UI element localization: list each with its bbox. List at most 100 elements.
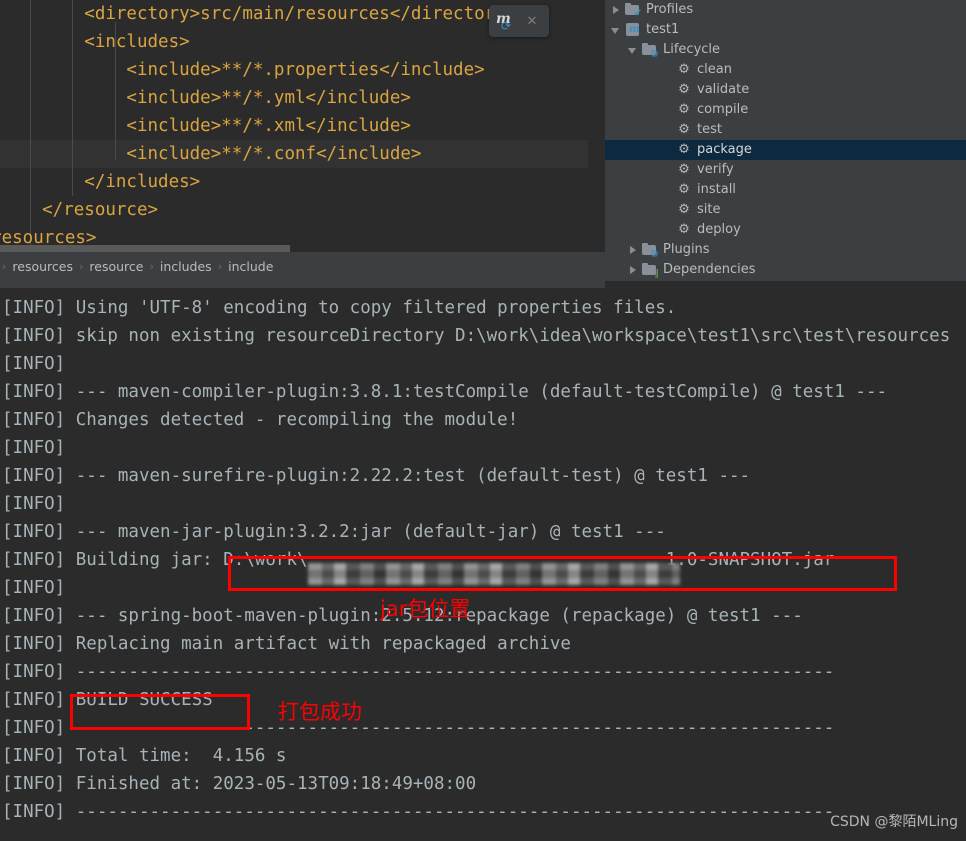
console-line: [INFO] Changes detected - recompiling th… xyxy=(2,410,519,430)
code-editor[interactable]: <directory>src/main/resources</directory… xyxy=(0,0,605,252)
editor-horizontal-scrollbar[interactable] xyxy=(0,245,290,252)
folder-bars-icon: ‖ xyxy=(642,262,660,279)
maven-tree-item-test1[interactable]: m test1 xyxy=(605,20,966,40)
maven-tree-item-label: site xyxy=(697,202,721,217)
breadcrumb: › resources › resource › includes › incl… xyxy=(0,252,605,281)
ide-screenshot: <directory>src/main/resources</directory… xyxy=(0,0,966,841)
maven-module-icon: m xyxy=(625,22,641,38)
console-line: [INFO] Total time: 4.156 s xyxy=(2,746,287,766)
breadcrumb-separator: › xyxy=(78,260,84,273)
maven-tree-item-deploy[interactable]: ⚙ deploy xyxy=(605,220,966,240)
breadcrumb-item-include[interactable]: include xyxy=(224,259,277,274)
close-icon[interactable]: ✕ xyxy=(519,5,545,37)
maven-tree-item-install[interactable]: ⚙ install xyxy=(605,180,966,200)
watermark: CSDN @黎陌MLing xyxy=(830,814,958,830)
maven-tree-item-site[interactable]: ⚙ site xyxy=(605,200,966,220)
maven-tree-item-label: deploy xyxy=(697,222,741,237)
maven-tree-item-lifecycle[interactable]: ⚙ Lifecycle xyxy=(605,40,966,60)
editor-bottom-strip xyxy=(0,281,605,288)
maven-tree-item-label: test xyxy=(697,122,722,137)
maven-tree-item-profiles[interactable]: ✔ Profiles xyxy=(605,0,966,20)
gear-icon: ⚙ xyxy=(678,202,690,217)
code-line: <includes> xyxy=(0,32,190,52)
maven-tree-item-label: clean xyxy=(697,62,732,77)
gear-icon: ⚙ xyxy=(678,62,690,77)
gear-icon: ⚙ xyxy=(678,142,690,157)
console-line: [INFO] --- maven-compiler-plugin:3.8.1:t… xyxy=(2,382,888,402)
gear-icon: ⚙ xyxy=(678,82,690,97)
maven-tree-item-clean[interactable]: ⚙ clean xyxy=(605,60,966,80)
code-line: <include>**/*.properties</include> xyxy=(0,60,485,80)
breadcrumb-item-resources[interactable]: resources xyxy=(8,259,77,274)
maven-tree-item-package[interactable]: ⚙ package xyxy=(605,140,966,160)
refresh-icon: ⟳ xyxy=(501,19,512,33)
maven-tree-item-label: Lifecycle xyxy=(663,42,721,57)
folder-gear-icon: ⚙ xyxy=(642,42,659,60)
code-line: <directory>src/main/resources</directory… xyxy=(0,4,517,24)
maven-tree-item-label: Dependencies xyxy=(663,262,756,277)
console-line: [INFO] xyxy=(2,578,66,598)
code-line: <include>**/*.xml</include> xyxy=(0,116,411,136)
console-line: [INFO] ---------------------------------… xyxy=(2,718,835,738)
maven-tree-item-label: install xyxy=(697,182,736,197)
maven-project-tree[interactable]: ✔ Profiles m test1 ⚙ Lifecycle ⚙ clean ⚙ validate… xyxy=(605,0,966,280)
folder-check-icon: ✔ xyxy=(625,2,642,19)
gear-badge-icon: ⚙ xyxy=(650,249,659,260)
gear-badge-icon: ⚙ xyxy=(650,49,659,60)
maven-reload-icon[interactable]: m ⟳ xyxy=(489,5,519,37)
code-line: <include>**/*.yml</include> xyxy=(0,88,411,108)
maven-tree-item-compile[interactable]: ⚙ compile xyxy=(605,100,966,120)
check-badge-icon: ✔ xyxy=(633,8,642,19)
console-line: [INFO] BUILD SUCCESS xyxy=(2,690,213,710)
maven-tree-item-dependencies[interactable]: ‖ Dependencies xyxy=(605,260,966,280)
maven-tree-item-verify[interactable]: ⚙ verify xyxy=(605,160,966,180)
gear-icon: ⚙ xyxy=(678,182,690,197)
chevron-down-icon[interactable] xyxy=(628,45,639,56)
folder-gear-icon: ⚙ xyxy=(642,242,659,260)
console-line: [INFO] xyxy=(2,354,66,374)
maven-tree-item-test[interactable]: ⚙ test xyxy=(605,120,966,140)
breadcrumb-separator: › xyxy=(217,260,223,273)
bars-badge-icon: ‖ xyxy=(654,269,660,279)
console-line: [INFO] Using 'UTF-8' encoding to copy fi… xyxy=(2,298,677,318)
console-line: [INFO] ---------------------------------… xyxy=(2,802,835,822)
breadcrumb-separator: › xyxy=(2,260,7,273)
breadcrumb-item-includes[interactable]: includes xyxy=(156,259,216,274)
maven-tree-item-plugins[interactable]: ⚙ Plugins xyxy=(605,240,966,260)
maven-tree-item-label: validate xyxy=(697,82,750,97)
chevron-down-icon[interactable] xyxy=(611,25,622,36)
maven-tree-item-label: package xyxy=(697,142,752,157)
code-line: </resource> xyxy=(0,200,159,220)
gear-icon: ⚙ xyxy=(678,162,690,177)
maven-m-letter: m xyxy=(629,24,640,35)
console-line: [INFO] skip non existing resourceDirecto… xyxy=(2,326,951,346)
chevron-right-icon[interactable] xyxy=(611,5,622,16)
chevron-right-icon[interactable] xyxy=(628,265,639,276)
maven-tree-item-label: Plugins xyxy=(663,242,710,257)
console-line: [INFO] --- maven-jar-plugin:3.2.2:jar (d… xyxy=(2,522,666,542)
maven-tree-item-validate[interactable]: ⚙ validate xyxy=(605,80,966,100)
redacted-path-mosaic xyxy=(308,563,680,585)
breadcrumb-item-resource[interactable]: resource xyxy=(85,259,147,274)
code-line: <include>**/*.conf</include> xyxy=(0,144,422,164)
build-success-annotation: 打包成功 xyxy=(278,700,362,724)
maven-tree-item-label: verify xyxy=(697,162,734,177)
console-line: [INFO] xyxy=(2,494,66,514)
console-line: [INFO] --- maven-surefire-plugin:2.22.2:… xyxy=(2,466,751,486)
gear-icon: ⚙ xyxy=(678,122,690,137)
maven-load-changes-popup[interactable]: m ⟳ ✕ xyxy=(489,5,549,37)
console-line: [INFO] ---------------------------------… xyxy=(2,662,835,682)
chevron-right-icon[interactable] xyxy=(628,245,639,256)
jar-location-annotation: jar包位置 xyxy=(380,597,471,621)
maven-tree-item-label: compile xyxy=(697,102,749,117)
maven-tree-item-label: Profiles xyxy=(646,2,694,17)
editor-vertical-scrollbar[interactable] xyxy=(588,0,605,252)
maven-tool-window[interactable]: ✔ Profiles m test1 ⚙ Lifecycle ⚙ clean ⚙ validate… xyxy=(605,0,966,281)
